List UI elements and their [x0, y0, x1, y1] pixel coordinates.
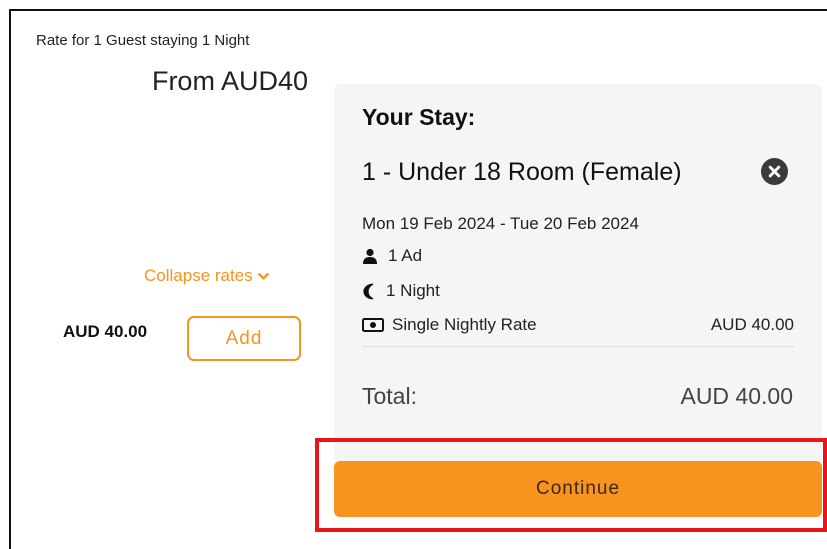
add-button[interactable]: Add — [187, 316, 301, 361]
nightly-rate-amount: AUD 40.00 — [710, 315, 794, 334]
moon-icon — [363, 283, 374, 299]
nights-row: 1 Night — [362, 281, 440, 301]
chevron-down-icon — [257, 272, 269, 280]
collapse-rates-link[interactable]: Collapse rates — [144, 266, 269, 286]
user-icon — [363, 248, 377, 264]
divider — [362, 346, 794, 347]
collapse-rates-label: Collapse rates — [144, 266, 253, 285]
nights-label: 1 Night — [386, 281, 440, 300]
rate-caption: Rate for 1 Guest staying 1 Night — [36, 32, 250, 49]
total-value: AUD 40.00 — [680, 383, 793, 409]
nightly-rate-row: Single Nightly Rate AUD 40.00 — [362, 315, 794, 335]
total-label: Total: — [362, 383, 417, 409]
rate-price: AUD 40.00 — [63, 322, 148, 341]
continue-button[interactable]: Continue — [334, 461, 822, 517]
stay-dates: Mon 19 Feb 2024 - Tue 20 Feb 2024 — [362, 214, 639, 233]
guests-row: 1 Ad — [362, 246, 422, 266]
remove-room-button[interactable] — [761, 158, 788, 185]
guests-label: 1 Ad — [388, 246, 423, 265]
stay-title: Your Stay: — [362, 104, 476, 130]
close-circle-icon — [768, 165, 781, 178]
room-name: 1 - Under 18 Room (Female) — [362, 158, 682, 186]
from-price: From AUD40 — [151, 66, 308, 96]
nightly-rate-name: Single Nightly Rate — [392, 315, 537, 334]
money-icon — [362, 318, 384, 332]
